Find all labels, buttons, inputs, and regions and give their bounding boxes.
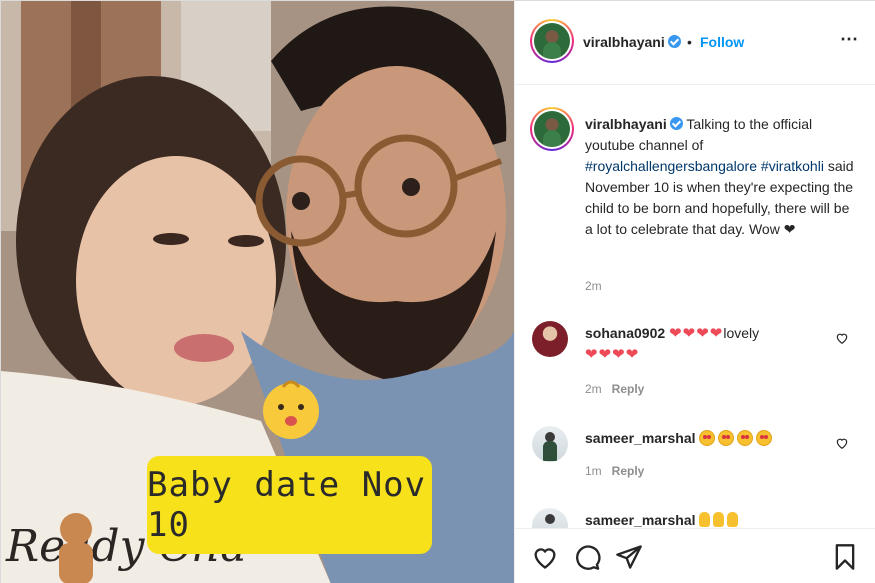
comment-timestamp: 2m [585,382,602,396]
baby-date-text: Baby date Nov 10 [147,465,427,545]
comment-username[interactable]: sameer_marshal [585,430,696,446]
red-heart-emojis: ❤❤❤❤ [669,325,724,342]
comment-row: sameer_marshal 1m Reply [515,426,875,506]
caption-timestamp: 2m [585,279,602,293]
comment-row: sohana0902 ❤❤❤❤lovely ❤❤❤❤ 2m Reply [515,321,875,401]
caption-username[interactable]: viralbhayani [585,116,667,132]
comment-meta: 1m Reply [585,464,644,478]
comment-text: sameer_marshal [585,428,825,449]
reply-button[interactable]: Reply [612,464,645,478]
instagram-post: Ready Cha Baby date Nov 10 viralbhayani … [0,0,875,583]
red-heart-emojis: ❤❤❤❤ [585,346,640,363]
commenter-avatar[interactable] [532,321,568,357]
reply-button[interactable]: Reply [612,382,645,396]
baby-date-sticker: Baby date Nov 10 [147,456,432,554]
bookmark-icon[interactable] [831,543,859,571]
like-comment-heart-icon[interactable] [835,331,849,345]
post-photo[interactable]: Ready Cha Baby date Nov 10 [1,1,514,583]
clapping-hands-emojis [699,512,741,528]
commenter-avatar[interactable] [532,426,568,462]
verified-badge-icon [667,35,681,48]
profile-avatar[interactable] [530,19,574,63]
share-icon[interactable] [615,543,643,571]
post-header: viralbhayani • Follow ⋯ [515,1,875,85]
heart-icon[interactable] [531,543,559,571]
comment-timestamp: 1m [585,464,602,478]
comments-area[interactable]: viralbhayani Talking to the official you… [515,86,875,528]
header-separator: • [687,34,692,50]
comment-username[interactable]: sameer_marshal [585,512,696,528]
comment-text: sohana0902 ❤❤❤❤lovely ❤❤❤❤ [585,325,760,363]
hashtag-link[interactable]: #viratkohli [761,158,824,174]
caption-avatar[interactable] [530,107,574,151]
comment-meta: 2m Reply [585,382,644,396]
comment-username[interactable]: sohana0902 [585,325,665,341]
like-comment-heart-icon[interactable] [835,436,849,450]
follow-button[interactable]: Follow [700,34,744,50]
post-caption: viralbhayani Talking to the official you… [585,116,854,237]
comment-text: sameer_marshal [585,510,825,528]
comment-row: sameer_marshal [515,508,875,528]
post-action-bar [515,528,875,583]
more-options-icon[interactable]: ⋯ [840,29,859,50]
verified-badge-icon [669,117,683,130]
header-username[interactable]: viralbhayani [583,34,681,50]
commenter-avatar[interactable] [532,508,568,528]
hashtag-link[interactable]: #royalchallengersbangalore [585,158,757,174]
star-struck-emojis [699,430,775,446]
comment-icon[interactable] [573,543,601,571]
post-side-panel: viralbhayani • Follow ⋯ viralbhayani Tal… [514,1,875,583]
baby-face-icon [263,380,319,439]
